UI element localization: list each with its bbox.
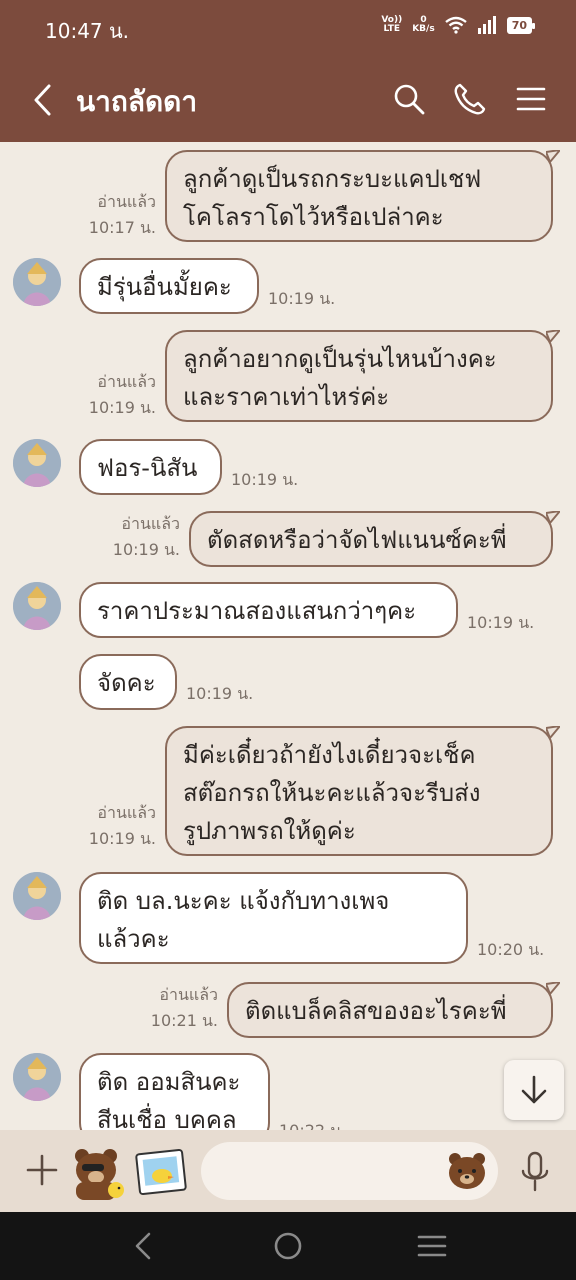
- message-time: 10:21 น.: [150, 1011, 218, 1030]
- bubble-tail: [546, 982, 560, 996]
- microphone-icon[interactable]: [518, 1150, 552, 1194]
- message-meta: อ่านแล้ว 10:19 น.: [80, 800, 156, 852]
- contact-avatar[interactable]: [13, 582, 61, 630]
- contact-avatar[interactable]: [13, 872, 61, 920]
- message-time: 10:19 น.: [88, 829, 156, 848]
- message-meta: อ่านแล้ว 10:17 น.: [80, 189, 156, 241]
- incoming-message[interactable]: จัดคะ: [79, 654, 177, 710]
- status-icons: Vo)) LTE 0 KB/s 70: [381, 15, 536, 34]
- message-time: 10:17 น.: [88, 218, 156, 237]
- wifi-icon: [444, 16, 467, 34]
- message-time: 10:20 น.: [477, 940, 545, 959]
- contact-avatar[interactable]: [13, 258, 61, 306]
- message-time: 10:19 น.: [231, 470, 299, 489]
- nav-home-icon[interactable]: [272, 1230, 304, 1262]
- read-receipt: อ่านแล้ว: [97, 803, 156, 822]
- battery-indicator: 70: [506, 16, 536, 34]
- read-receipt: อ่านแล้ว: [159, 985, 218, 1004]
- contact-avatar[interactable]: [13, 439, 61, 487]
- signal-icon: [477, 16, 496, 34]
- incoming-message[interactable]: ติด ออมสินคะ สีนเชื่อ บคคล: [79, 1053, 270, 1130]
- bubble-tail: [546, 726, 560, 740]
- network-speed: 0 KB/s: [412, 15, 435, 34]
- nav-back-icon[interactable]: [128, 1230, 160, 1262]
- message-time: 10:19 น.: [112, 540, 180, 559]
- message-input-bar: [0, 1130, 576, 1212]
- system-navigation-bar: [0, 1212, 576, 1280]
- scroll-to-bottom-button[interactable]: [504, 1060, 564, 1120]
- message-meta: อ่านแล้ว 10:19 น.: [100, 511, 180, 563]
- read-receipt: อ่านแล้ว: [97, 192, 156, 211]
- incoming-message[interactable]: ราคาประมาณสองแสนกว่าๆคะ: [79, 582, 458, 638]
- message-meta: อ่านแล้ว 10:21 น.: [142, 982, 218, 1034]
- search-icon[interactable]: [392, 82, 426, 116]
- message-time: 10:22 น.: [279, 1118, 346, 1130]
- chat-messages[interactable]: อ่านแล้ว 10:17 น. ลูกค้าดูเป็นรถกระบะแคป…: [0, 142, 576, 1130]
- status-bar: 10:47 น. Vo)) LTE 0 KB/s 70: [0, 0, 576, 58]
- photo-sticker-icon[interactable]: [134, 1148, 188, 1196]
- bubble-tail: [546, 150, 560, 164]
- brown-bear-sticker-icon[interactable]: [66, 1144, 130, 1200]
- phone-icon[interactable]: [453, 82, 487, 116]
- incoming-message[interactable]: มีรุ่นอื่นมั้ยคะ: [79, 258, 259, 314]
- message-time: 10:19 น.: [467, 613, 535, 632]
- status-time: 10:47 น.: [45, 19, 130, 43]
- menu-icon[interactable]: [514, 82, 548, 116]
- outgoing-message[interactable]: ตัดสดหรือว่าจัดไฟแนนซ์คะพี่: [189, 511, 553, 567]
- chat-header: นาถลัดดา: [0, 58, 576, 142]
- read-receipt: อ่านแล้ว: [97, 372, 156, 391]
- emoji-sticker-icon[interactable]: [446, 1150, 488, 1192]
- outgoing-message[interactable]: ลูกค้าดูเป็นรถกระบะแคปเชฟ โคโลราโดไว้หรือ…: [165, 150, 553, 242]
- message-meta: อ่านแล้ว 10:19 น.: [80, 369, 156, 421]
- arrow-down-icon: [521, 1075, 547, 1104]
- outgoing-message[interactable]: มีค่ะเดี๋ยวถ้ายังไงเดี๋ยวจะเช็ค สต๊อกรถให…: [165, 726, 553, 856]
- contact-avatar[interactable]: [13, 1053, 61, 1101]
- message-time: 10:19 น.: [186, 684, 254, 703]
- bubble-tail: [546, 330, 560, 344]
- chat-title: นาถลัดดา: [76, 85, 198, 118]
- bubble-tail: [546, 511, 560, 525]
- message-time: 10:19 น.: [88, 398, 156, 417]
- outgoing-message[interactable]: ติดแบล็คลิสของอะไรคะพี่: [227, 982, 553, 1038]
- read-receipt: อ่านแล้ว: [121, 514, 180, 533]
- message-time: 10:19 น.: [268, 289, 336, 308]
- incoming-message[interactable]: ติด บล.นะคะ แจ้งกับทางเพจ แล้วคะ: [79, 872, 468, 964]
- incoming-message[interactable]: ฟอร-นิสัน: [79, 439, 222, 495]
- nav-recents-icon[interactable]: [416, 1230, 448, 1262]
- back-icon[interactable]: [30, 82, 58, 118]
- volte-indicator: Vo)) LTE: [381, 15, 403, 34]
- outgoing-message[interactable]: ลูกค้าอยากดูเป็นรุ่นไหนบ้างคะ และราคาเท่า…: [165, 330, 553, 422]
- plus-icon[interactable]: [24, 1152, 60, 1188]
